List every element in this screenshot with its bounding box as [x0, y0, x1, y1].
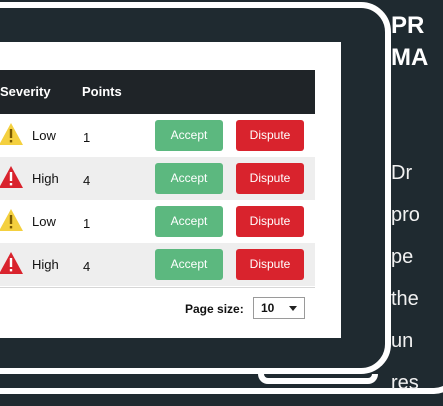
- points-value: 1: [83, 130, 91, 145]
- severity-label: High: [32, 171, 59, 186]
- promo-body-copy: Dr pro pe the un res: [391, 152, 420, 404]
- accept-button[interactable]: Accept: [155, 120, 223, 151]
- body-copy-line: Dr: [391, 162, 413, 184]
- headline-line: PR: [391, 12, 425, 39]
- red-warning-icon: [0, 166, 23, 188]
- accept-button[interactable]: Accept: [155, 163, 223, 194]
- accept-button[interactable]: Accept: [155, 249, 223, 280]
- yellow-warning-icon: [0, 123, 23, 145]
- severity-column-header: Severity: [0, 84, 51, 99]
- dispute-button[interactable]: Dispute: [236, 249, 304, 280]
- table-row: High 4 Accept Dispute: [0, 243, 315, 286]
- laptop-notch: [258, 374, 378, 384]
- chevron-down-icon: [289, 306, 297, 311]
- accept-button[interactable]: Accept: [155, 206, 223, 237]
- page-size-label: Page size:: [185, 302, 244, 316]
- table-row: Low 1 Accept Dispute: [0, 114, 315, 157]
- yellow-warning-icon: [0, 209, 23, 231]
- dispute-button[interactable]: Dispute: [236, 206, 304, 237]
- body-copy-line: the: [391, 288, 419, 310]
- dispute-button[interactable]: Dispute: [236, 120, 304, 151]
- page-size-value: 10: [261, 301, 275, 315]
- table-row: Low 1 Accept Dispute: [0, 200, 315, 243]
- promo-headline: PR MA: [391, 10, 428, 74]
- red-warning-icon: [0, 252, 23, 274]
- promo-stage: Severity Points Low 1 Accept Dispute Hig…: [0, 0, 443, 406]
- points-value: 1: [83, 216, 91, 231]
- page-size-pager: Page size: 10: [0, 287, 315, 323]
- severity-label: Low: [32, 214, 56, 229]
- table-row: High 4 Accept Dispute: [0, 157, 315, 200]
- severity-label: Low: [32, 128, 56, 143]
- dispute-button[interactable]: Dispute: [236, 163, 304, 194]
- body-copy-line: pro: [391, 204, 420, 226]
- headline-line: MA: [391, 44, 429, 71]
- points-value: 4: [83, 173, 91, 188]
- page-size-select[interactable]: 10: [253, 297, 305, 319]
- points-column-header: Points: [82, 84, 122, 99]
- body-copy-line: res: [391, 372, 419, 394]
- app-screen: Severity Points Low 1 Accept Dispute Hig…: [0, 42, 341, 338]
- points-value: 4: [83, 259, 91, 274]
- table-header: Severity Points: [0, 70, 315, 114]
- body-copy-line: pe: [391, 246, 414, 268]
- severity-label: High: [32, 257, 59, 272]
- body-copy-line: un: [391, 330, 414, 352]
